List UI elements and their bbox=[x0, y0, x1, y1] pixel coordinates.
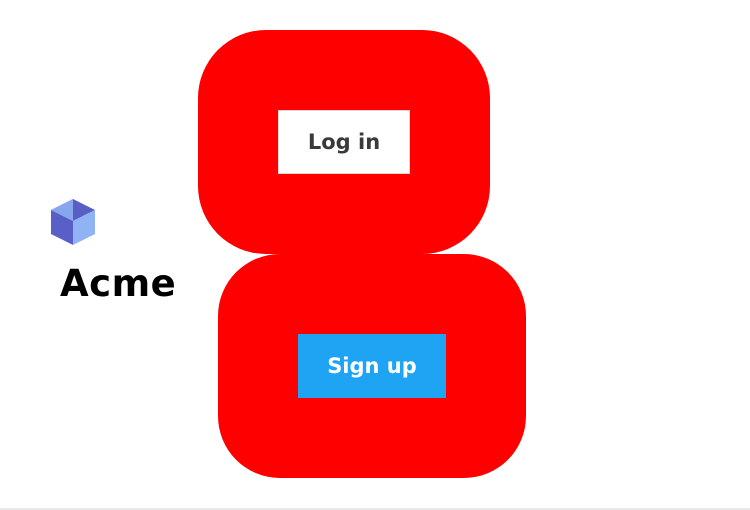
brand-name: Acme bbox=[60, 262, 177, 305]
cube-icon bbox=[51, 199, 95, 245]
signup-button[interactable]: Sign up bbox=[298, 334, 446, 398]
login-button[interactable]: Log in bbox=[278, 110, 410, 174]
